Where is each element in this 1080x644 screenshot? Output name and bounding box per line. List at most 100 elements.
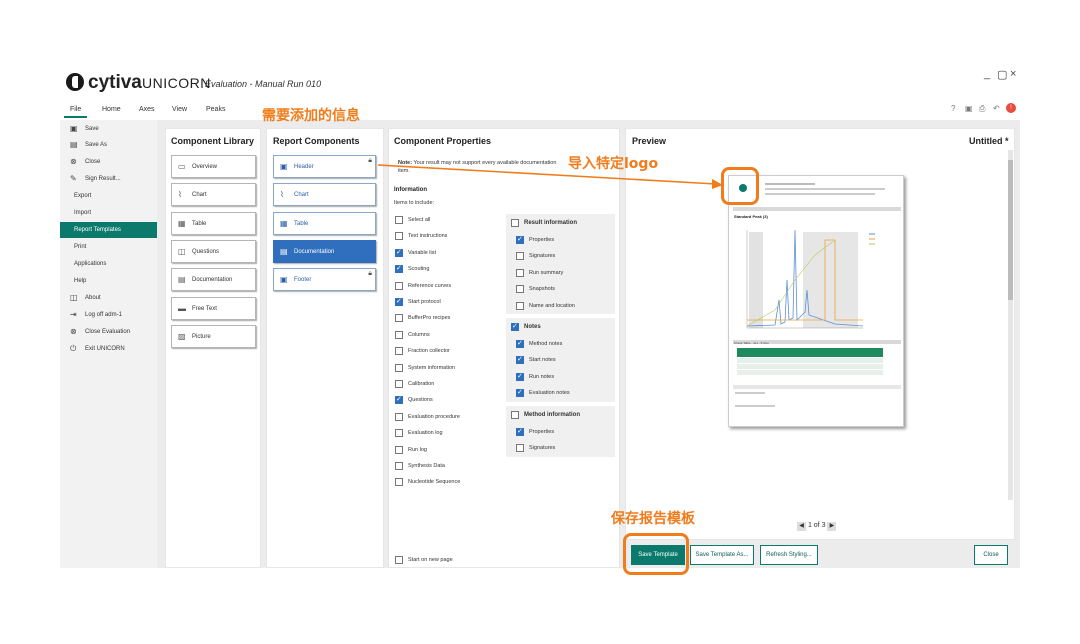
checkbox-box[interactable] [516, 235, 524, 245]
checkbox-box[interactable] [395, 478, 403, 487]
library-item-picture[interactable]: ▨ Picture [171, 325, 256, 348]
checkbox-box[interactable] [516, 388, 524, 398]
checkbox-box[interactable] [511, 411, 519, 419]
checkbox-box[interactable] [516, 372, 524, 382]
checkbox-box[interactable] [395, 297, 403, 307]
checkbox-box[interactable] [395, 264, 403, 274]
user-alert-icon[interactable]: ! [1006, 103, 1016, 113]
report-component-header[interactable]: ▣ Header 🔒︎ [273, 155, 376, 178]
chart-icon: ⌇ [280, 190, 284, 199]
close-window-button[interactable]: × [1010, 68, 1016, 80]
checkbox-box[interactable] [395, 347, 403, 356]
close-button[interactable]: Close [974, 545, 1008, 565]
prev-page-button[interactable]: ◀ [797, 522, 806, 531]
checkbox-box[interactable] [395, 248, 403, 258]
arrow-line [378, 164, 717, 185]
report-component-table[interactable]: ▦ Table [273, 212, 376, 235]
checkbox-box[interactable] [516, 355, 524, 365]
save-icon: ▣ [70, 124, 78, 133]
group-title: Notes [524, 324, 541, 330]
overview-icon: ▭ [178, 162, 186, 171]
library-item-chart[interactable]: ⌇ Chart [171, 183, 256, 206]
report-component-footer[interactable]: ▣ Footer 🔒︎ [273, 268, 376, 291]
refresh-styling-button[interactable]: Refresh Styling... [760, 545, 818, 565]
sidebar-item-applications[interactable]: Applications [60, 256, 157, 272]
report-component-chart[interactable]: ⌇ Chart [273, 183, 376, 206]
checkbox-box[interactable] [516, 285, 524, 293]
checkbox-box[interactable] [395, 380, 403, 388]
library-item-overview[interactable]: ▭ Overview [171, 155, 256, 178]
checkbox-box[interactable] [395, 395, 403, 405]
sidebar-item-about[interactable]: ◫ About [60, 290, 157, 306]
sidebar-item-print[interactable]: Print [60, 239, 157, 255]
checkbox-box[interactable] [516, 301, 524, 310]
menu-file[interactable]: File [63, 106, 88, 118]
checkbox-box[interactable] [516, 252, 524, 260]
page-navigator: ◀ 1 of 3 ▶ [797, 522, 837, 531]
annotation-save-template: 保存报告模板 [611, 511, 695, 527]
report-component-documentation[interactable]: ▤ Documentation [273, 240, 376, 263]
sidebar-item-sign-result[interactable]: ✎ Sign Result... [60, 171, 157, 187]
checkbox-box[interactable] [395, 216, 403, 224]
sidebar-item-exit[interactable]: ⏻ Exit UNICORN [60, 341, 157, 357]
checkbox-box[interactable] [516, 339, 524, 349]
preview-scroll-thumb[interactable] [1008, 160, 1013, 300]
checkbox-box[interactable] [395, 330, 403, 339]
checkbox-label: Reference curves [408, 282, 452, 289]
save-template-as-button[interactable]: Save Template As... [690, 545, 754, 565]
arrow-head [712, 179, 723, 189]
checkbox-label: Scouting [408, 266, 430, 273]
menu-peaks[interactable]: Peaks [206, 106, 225, 113]
minimize-button[interactable]: _ [984, 68, 990, 80]
next-page-button[interactable]: ▶ [827, 522, 837, 531]
picture-icon: ▨ [178, 332, 186, 341]
checkbox-box[interactable] [395, 363, 403, 372]
checkbox-box[interactable] [511, 322, 519, 332]
checkbox-box[interactable] [395, 281, 403, 290]
component-library-title: Component Library [171, 136, 255, 146]
sidebar-item-close[interactable]: ⊗ Close [60, 154, 157, 170]
save-toolbar-icon[interactable]: ▣ [965, 104, 973, 113]
menu-axes[interactable]: Axes [139, 106, 155, 113]
checkbox-label: Evaluation notes [529, 390, 570, 396]
checkbox-box[interactable] [395, 429, 403, 438]
help-icon[interactable]: ? [951, 104, 955, 113]
library-item-table[interactable]: ▦ Table [171, 212, 256, 235]
sidebar-item-close-evaluation[interactable]: ⊗ Close Evaluation [60, 324, 157, 340]
checkbox-box[interactable] [516, 444, 524, 452]
checkbox-box[interactable] [395, 232, 403, 241]
sidebar-item-save[interactable]: ▣ Save [60, 121, 157, 137]
text-line [735, 392, 765, 394]
checkbox-label: Nucleotide Sequence [408, 479, 461, 486]
undo-icon[interactable]: ↶ [993, 104, 1000, 113]
cytiva-logo-icon [66, 73, 84, 91]
checkbox-box[interactable] [395, 556, 403, 564]
table-row [737, 370, 883, 375]
sidebar-item-log-off[interactable]: ⇥ Log off adm-1 [60, 307, 157, 323]
sidebar-item-help[interactable]: Help [60, 273, 157, 289]
questions-icon: ◫ [178, 247, 186, 256]
print-icon[interactable]: ⎙ [979, 104, 985, 114]
checkbox-box[interactable] [516, 268, 524, 277]
checkbox-label: Start notes [529, 357, 556, 363]
sidebar-item-save-as[interactable]: ▤ Save As [60, 137, 157, 153]
checkbox-box[interactable] [395, 412, 403, 421]
checkbox-box[interactable] [395, 445, 403, 454]
library-item-free-text[interactable]: ▬ Free Text [171, 297, 256, 320]
sidebar-item-import[interactable]: Import [60, 205, 157, 221]
library-item-questions[interactable]: ◫ Questions [171, 240, 256, 263]
checkbox-box[interactable] [516, 427, 524, 437]
group-title: Result information [524, 220, 578, 226]
sidebar-item-export[interactable]: Export [60, 188, 157, 204]
checkbox-box[interactable] [511, 219, 519, 227]
checkbox-label: Signatures [529, 253, 556, 259]
checkbox-box[interactable] [395, 314, 403, 323]
sidebar-item-report-templates[interactable]: Report Templates [60, 222, 157, 238]
checkbox-box[interactable] [395, 462, 403, 470]
menu-view[interactable]: View [172, 106, 187, 113]
checkbox-label: Start protocol [408, 299, 441, 305]
library-item-documentation[interactable]: ▤ Documentation [171, 268, 256, 291]
menu-home[interactable]: Home [102, 106, 121, 113]
checkbox-label: Text instructions [408, 233, 448, 240]
maximize-button[interactable]: ▢ [997, 68, 1007, 81]
